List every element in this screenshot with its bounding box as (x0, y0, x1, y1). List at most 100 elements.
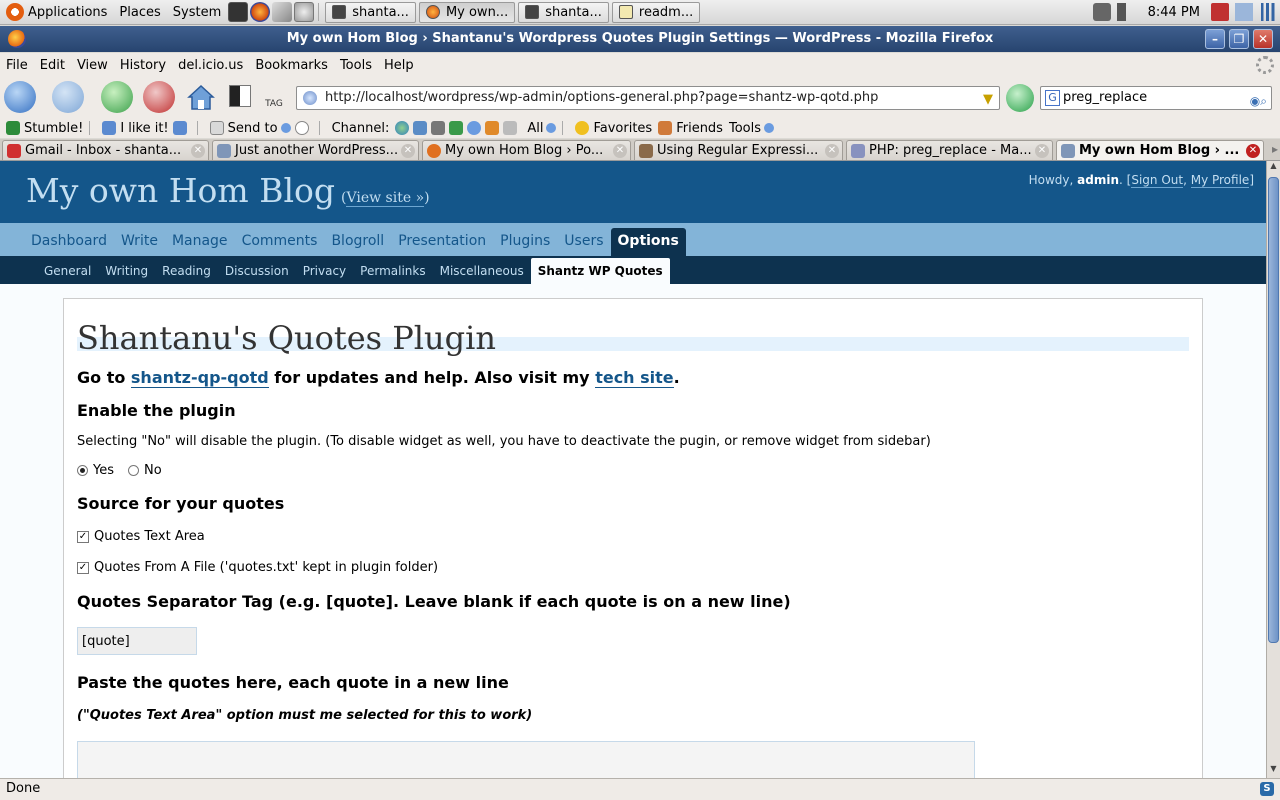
submenu-reading[interactable]: Reading (155, 258, 218, 284)
tab-list-icon[interactable]: ▸ (1272, 142, 1278, 156)
scroll-up-icon[interactable]: ▲ (1267, 161, 1280, 175)
i-like-it-button[interactable]: I like it! (102, 121, 190, 136)
tools-launcher-icon[interactable] (272, 2, 293, 22)
tab-close-icon[interactable]: ✕ (191, 144, 205, 158)
all-channel-button[interactable]: All (527, 121, 557, 136)
source-text-area-checkbox[interactable]: ✓ (77, 530, 89, 543)
home-button[interactable] (185, 81, 217, 113)
admin-menu-write[interactable]: Write (114, 228, 165, 256)
admin-menu-manage[interactable]: Manage (165, 228, 235, 256)
su-tools-button[interactable]: Tools (729, 121, 774, 136)
submenu-miscellaneous[interactable]: Miscellaneous (433, 258, 531, 284)
photo-channel-icon[interactable] (413, 121, 428, 135)
reload-button[interactable] (101, 81, 133, 113)
scrollbar-thumb[interactable] (1268, 177, 1279, 643)
enable-yes-radio[interactable] (77, 465, 88, 476)
tab-close-icon[interactable]: ✕ (401, 144, 415, 158)
firefox-launcher-icon[interactable] (250, 2, 271, 22)
menu-tools[interactable]: Tools (334, 58, 378, 73)
plugin-home-link[interactable]: shantz-qp-qotd (130, 368, 269, 388)
news-channel-icon[interactable] (449, 121, 464, 135)
submenu-writing[interactable]: Writing (98, 258, 155, 284)
sign-out-link[interactable]: Sign Out (1131, 173, 1184, 188)
menu-bookmarks[interactable]: Bookmarks (249, 58, 334, 73)
clock[interactable]: 8:44 PM (1148, 5, 1200, 20)
window-titlebar[interactable]: My own Hom Blog › Shantanu's Wordpress Q… (0, 26, 1280, 52)
people-channel-icon[interactable] (485, 121, 500, 135)
tab-gmail[interactable]: Gmail - Inbox - shanta... ✕ (2, 140, 209, 160)
tag-button[interactable]: TAG (261, 85, 287, 111)
menu-file[interactable]: File (0, 58, 34, 73)
friends-button[interactable]: Friends (658, 121, 723, 136)
screenshot-launcher-icon[interactable] (294, 2, 315, 22)
source-file-checkbox[interactable]: ✓ (77, 561, 89, 574)
go-button[interactable] (1006, 84, 1034, 112)
admin-menu-dashboard[interactable]: Dashboard (24, 228, 114, 256)
system-menu[interactable]: System (167, 0, 227, 25)
tech-site-link[interactable]: tech site (595, 368, 674, 388)
admin-menu-options[interactable]: Options (610, 228, 686, 256)
menu-view[interactable]: View (71, 58, 114, 73)
google-search-engine-icon[interactable]: G (1045, 90, 1060, 106)
menu-history[interactable]: History (114, 58, 172, 73)
submenu-shantz-wp-quotes[interactable]: Shantz WP Quotes (530, 258, 670, 284)
tab-blog-posts[interactable]: My own Hom Blog › Po... ✕ (422, 140, 631, 160)
tab-close-icon[interactable]: ✕ (613, 144, 627, 158)
search-bar[interactable]: G preg_replace ◉⌕ (1040, 86, 1272, 110)
stop-button[interactable] (143, 81, 175, 113)
places-menu[interactable]: Places (113, 0, 166, 25)
send-to-button[interactable]: Send to (209, 121, 313, 136)
my-profile-link[interactable]: My Profile (1190, 173, 1250, 188)
more-channel-icon[interactable] (467, 121, 482, 135)
quit-icon[interactable] (1211, 3, 1229, 21)
tab-close-icon[interactable]: ✕ (1246, 144, 1260, 158)
admin-menu-users[interactable]: Users (557, 228, 610, 256)
minimize-button[interactable]: – (1205, 29, 1225, 49)
delicious-button[interactable] (229, 85, 251, 107)
bookmark-star-icon[interactable]: ▼ (983, 89, 993, 111)
admin-menu-presentation[interactable]: Presentation (391, 228, 493, 256)
menu-edit[interactable]: Edit (34, 58, 71, 73)
tab-close-icon[interactable]: ✕ (1035, 144, 1049, 158)
view-site-link[interactable]: View site » (346, 190, 425, 207)
switcher-icon[interactable] (1235, 3, 1253, 21)
back-button[interactable] (4, 81, 36, 113)
taskbar-button-1[interactable]: shanta... (325, 1, 416, 23)
globe-channel-icon[interactable] (395, 121, 410, 135)
menu-help[interactable]: Help (378, 58, 420, 73)
submenu-discussion[interactable]: Discussion (218, 258, 296, 284)
tab-wordpress[interactable]: Just another WordPress... ✕ (212, 140, 419, 160)
submenu-privacy[interactable]: Privacy (296, 258, 353, 284)
enable-no-radio[interactable] (128, 465, 139, 476)
admin-menu-comments[interactable]: Comments (235, 228, 325, 256)
admin-menu-plugins[interactable]: Plugins (493, 228, 557, 256)
terminal-launcher-icon[interactable] (228, 2, 249, 22)
scroll-down-icon[interactable]: ▼ (1267, 764, 1280, 778)
search-go-icon[interactable]: ◉⌕ (1250, 90, 1267, 112)
taskbar-button-4[interactable]: readm... (611, 1, 701, 23)
tab-current[interactable]: My own Hom Blog › ... ✕ (1056, 140, 1264, 160)
submenu-general[interactable]: General (37, 258, 98, 284)
system-monitor-icon[interactable] (1259, 3, 1277, 21)
favorites-button[interactable]: Favorites (575, 121, 652, 136)
quotes-textarea[interactable] (77, 741, 975, 778)
admin-menu-blogroll[interactable]: Blogroll (324, 228, 391, 256)
network-tray-icon[interactable] (1092, 3, 1111, 21)
taskbar-button-3[interactable]: shanta... (518, 1, 609, 23)
separator-tag-input[interactable] (77, 627, 197, 655)
tab-php[interactable]: PHP: preg_replace - Ma... ✕ (846, 140, 1053, 160)
stumbleupon-status-icon[interactable]: S (1260, 782, 1274, 796)
close-window-button[interactable]: ✕ (1253, 29, 1273, 49)
submenu-permalinks[interactable]: Permalinks (353, 258, 432, 284)
taskbar-button-2[interactable]: My own... (418, 1, 516, 23)
applications-menu[interactable]: Applications (0, 0, 113, 25)
volume-muted-icon[interactable] (1116, 3, 1135, 21)
stumble-button[interactable]: Stumble! (6, 121, 83, 136)
video-channel-icon[interactable] (431, 121, 446, 135)
tab-regex[interactable]: Using Regular Expressi... ✕ (634, 140, 843, 160)
tab-close-icon[interactable]: ✕ (825, 144, 839, 158)
forward-button[interactable] (52, 81, 84, 113)
comment-icon[interactable] (294, 121, 309, 135)
tag-channel-icon[interactable] (503, 121, 518, 135)
menu-delicious[interactable]: del.icio.us (172, 58, 249, 73)
